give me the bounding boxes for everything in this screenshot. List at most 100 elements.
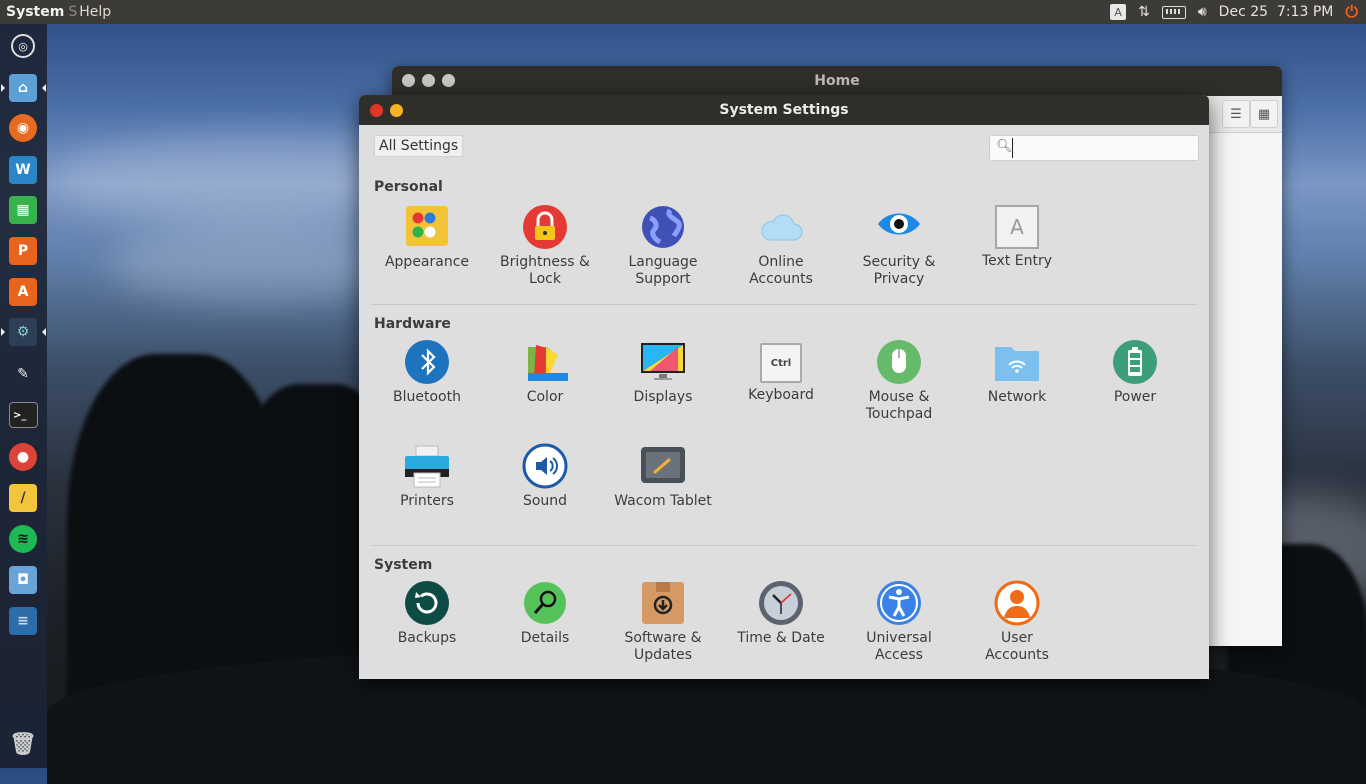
item-user-accounts[interactable]: User Accounts bbox=[958, 580, 1076, 664]
item-label: Sound bbox=[522, 493, 568, 509]
section-title-system: System bbox=[374, 557, 433, 573]
dash-icon[interactable]: ◎ bbox=[11, 34, 35, 58]
workspace-switcher-icon[interactable]: ≡ bbox=[9, 607, 37, 635]
software-center-icon[interactable]: A bbox=[9, 278, 37, 306]
eye-icon bbox=[876, 204, 922, 250]
details-icon bbox=[522, 580, 568, 626]
system-settings-launcher-icon[interactable]: ⚙ bbox=[9, 318, 37, 346]
item-time-date[interactable]: Time & Date bbox=[722, 580, 840, 647]
trash-icon[interactable]: 🗑︎ bbox=[9, 730, 37, 758]
item-wacom-tablet[interactable]: Wacom Tablet bbox=[604, 443, 722, 510]
item-backups[interactable]: Backups bbox=[368, 580, 486, 647]
item-label: Text Entry bbox=[981, 253, 1052, 269]
text-entry-icon: A bbox=[995, 205, 1039, 249]
item-label: Details bbox=[520, 630, 570, 646]
software-icon bbox=[640, 580, 686, 626]
settings-titlebar[interactable]: System Settings bbox=[359, 95, 1209, 125]
section-title-personal: Personal bbox=[374, 179, 443, 195]
mouse-icon bbox=[876, 339, 922, 385]
power-icon[interactable]: ⏻ bbox=[1345, 2, 1358, 22]
search-input[interactable] bbox=[1012, 138, 1197, 158]
item-text-entry[interactable]: A Text Entry bbox=[958, 204, 1076, 270]
section-title-hardware: Hardware bbox=[374, 316, 451, 332]
item-software-updates[interactable]: Software & Updates bbox=[604, 580, 722, 664]
grid-view-icon[interactable]: ▦ bbox=[1250, 100, 1278, 128]
globe-icon bbox=[640, 204, 686, 250]
tablet-icon bbox=[640, 443, 686, 489]
item-label: User Accounts bbox=[985, 630, 1049, 663]
spotify-icon[interactable]: ≋ bbox=[9, 525, 37, 553]
list-view-icon[interactable]: ☰ bbox=[1222, 100, 1250, 128]
keyboard-key-label: Ctrl bbox=[770, 357, 792, 369]
item-security-privacy[interactable]: Security & Privacy bbox=[840, 204, 958, 288]
keyboard-layout-icon[interactable]: A bbox=[1110, 4, 1127, 20]
item-power[interactable]: Power bbox=[1076, 339, 1194, 406]
system-settings-window: System Settings All Settings 🔍︎ Personal… bbox=[359, 95, 1209, 679]
screenshot-icon[interactable]: ◘ bbox=[9, 566, 37, 594]
launcher: ◎ ⌂ ◉ W ▦ P A ⚙ ✎ >_ ● / ≋ ◘ ≡ 🗑︎ bbox=[0, 24, 47, 768]
close-button[interactable] bbox=[370, 104, 383, 117]
top-panel: System S Help A ⇅ 🔊︎ Dec 25 7:13 PM ⏻ bbox=[0, 0, 1366, 24]
home-close-button[interactable] bbox=[402, 74, 415, 87]
datetime-indicator[interactable]: Dec 25 7:13 PM bbox=[1219, 4, 1334, 20]
search-icon: 🔍︎ bbox=[996, 139, 1013, 154]
item-language-support[interactable]: Language Support bbox=[604, 204, 722, 288]
item-label: Language Support bbox=[628, 254, 698, 287]
item-online-accounts[interactable]: Online Accounts bbox=[722, 204, 840, 288]
item-printers[interactable]: Printers bbox=[368, 443, 486, 510]
item-sound[interactable]: Sound bbox=[486, 443, 604, 510]
item-bluetooth[interactable]: Bluetooth bbox=[368, 339, 486, 406]
appearance-icon bbox=[404, 204, 450, 250]
item-keyboard[interactable]: Ctrl Keyboard bbox=[722, 339, 840, 404]
search-field[interactable]: 🔍︎ bbox=[989, 135, 1199, 161]
home-titlebar[interactable]: Home bbox=[392, 66, 1282, 96]
bluetooth-icon bbox=[404, 339, 450, 385]
calc-icon[interactable]: ▦ bbox=[9, 196, 37, 224]
sound-icon bbox=[522, 443, 568, 489]
terminal-icon[interactable]: >_ bbox=[9, 402, 38, 428]
impress-icon[interactable]: P bbox=[9, 237, 37, 265]
item-mouse-touchpad[interactable]: Mouse & Touchpad bbox=[840, 339, 958, 423]
item-universal-access[interactable]: Universal Access bbox=[840, 580, 958, 664]
item-label: Universal Access bbox=[866, 630, 932, 663]
all-settings-button[interactable]: All Settings bbox=[374, 135, 464, 157]
item-displays[interactable]: Displays bbox=[604, 339, 722, 406]
item-appearance[interactable]: Appearance bbox=[368, 204, 486, 271]
volume-icon[interactable]: 🔊︎ bbox=[1198, 4, 1207, 20]
item-label: Online Accounts bbox=[749, 254, 813, 287]
item-label: Appearance bbox=[384, 254, 470, 270]
window-title: System Settings bbox=[719, 102, 849, 118]
user-icon bbox=[994, 580, 1040, 626]
network-icon bbox=[994, 339, 1040, 385]
item-label: Bluetooth bbox=[393, 389, 461, 405]
chrome-icon[interactable]: ● bbox=[9, 443, 37, 471]
home-window-title: Home bbox=[814, 73, 860, 89]
item-details[interactable]: Details bbox=[486, 580, 604, 647]
cloud-icon bbox=[758, 204, 804, 250]
backup-icon bbox=[404, 580, 450, 626]
item-label: Power bbox=[1113, 389, 1157, 405]
printer-icon bbox=[404, 443, 450, 489]
battery-icon[interactable] bbox=[1161, 5, 1186, 19]
notes-icon[interactable]: / bbox=[9, 484, 37, 512]
inkscape-icon[interactable]: ✎ bbox=[9, 360, 37, 388]
minimize-button[interactable] bbox=[390, 104, 403, 117]
home-minimize-button[interactable] bbox=[422, 74, 435, 87]
item-label: Time & Date bbox=[737, 630, 825, 646]
firefox-icon[interactable]: ◉ bbox=[9, 114, 37, 142]
network-arrows-icon[interactable]: ⇅ bbox=[1138, 4, 1150, 20]
app-title: System bbox=[6, 4, 65, 20]
battery-icon bbox=[1112, 339, 1158, 385]
files-icon[interactable]: ⌂ bbox=[9, 74, 37, 102]
item-network[interactable]: Network bbox=[958, 339, 1076, 406]
item-label: Wacom Tablet bbox=[614, 493, 712, 509]
home-maximize-button[interactable] bbox=[442, 74, 455, 87]
item-label: Color bbox=[526, 389, 564, 405]
item-color[interactable]: Color bbox=[486, 339, 604, 406]
item-label: Software & Updates bbox=[624, 630, 702, 663]
menu-help[interactable]: Help bbox=[79, 4, 111, 20]
writer-icon[interactable]: W bbox=[9, 156, 37, 184]
item-brightness-lock[interactable]: Brightness & Lock bbox=[486, 204, 604, 288]
menu-system[interactable]: S bbox=[68, 4, 77, 20]
item-label: Displays bbox=[633, 389, 693, 405]
